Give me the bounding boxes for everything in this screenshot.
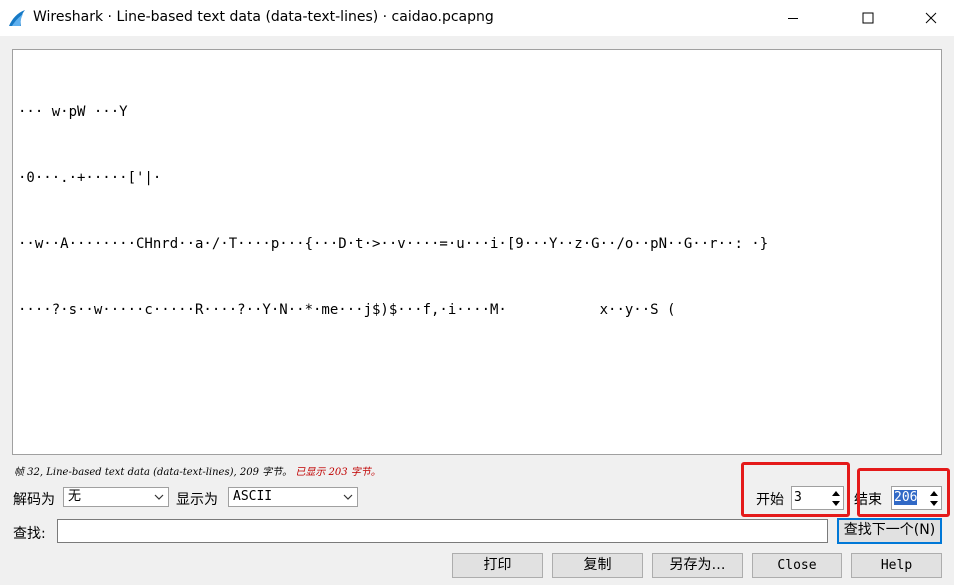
close-icon — [925, 12, 937, 24]
maximize-button[interactable] — [845, 0, 891, 36]
maximize-icon — [862, 12, 874, 24]
start-value: 3 — [794, 490, 802, 505]
start-spinbox[interactable]: 3 — [791, 486, 844, 510]
end-label: 结束 — [854, 492, 882, 508]
end-increment-button[interactable] — [928, 488, 940, 498]
decode-as-value: 无 — [68, 489, 82, 504]
end-spinbox[interactable]: 206 — [891, 486, 942, 510]
chevron-down-icon — [343, 494, 353, 500]
print-button[interactable]: 打印 — [452, 553, 543, 578]
text-line: ····?·s··w·····c·····R····?··Y·N··*·me··… — [18, 302, 676, 318]
start-label: 开始 — [756, 492, 784, 508]
show-as-select[interactable]: ASCII — [228, 487, 358, 507]
decode-as-label: 解码为 — [13, 492, 55, 508]
triangle-down-icon — [930, 500, 938, 506]
minimize-button[interactable] — [770, 0, 816, 36]
help-button[interactable]: Help — [851, 553, 942, 578]
triangle-up-icon — [930, 490, 938, 496]
status-shown-bytes: 已显示 203 字节。 — [292, 467, 381, 478]
chevron-down-icon — [154, 494, 164, 500]
triangle-up-icon — [832, 490, 840, 496]
text-line: ··w··A········CHnrd··a·/·T····p···{···D·… — [18, 236, 769, 252]
minimize-icon — [788, 18, 798, 19]
end-value: 206 — [894, 490, 918, 505]
decode-as-select[interactable]: 无 — [63, 487, 169, 507]
status-text: 帧 32, Line-based text data (data-text-li… — [14, 467, 293, 478]
show-as-value: ASCII — [233, 489, 273, 504]
close-button[interactable]: Close — [752, 553, 842, 578]
find-label: 查找: — [13, 526, 46, 542]
save-as-button[interactable]: 另存为… — [652, 553, 743, 578]
find-next-button[interactable]: 查找下一个(N) — [837, 518, 942, 544]
packet-text-view[interactable]: ··· w·pW ···Y ·0···.·+·····['|· ··w··A··… — [12, 49, 942, 455]
text-line: ·0···.·+·····['|· — [18, 170, 162, 186]
start-decrement-button[interactable] — [830, 498, 842, 508]
show-as-label: 显示为 — [176, 492, 218, 508]
find-input[interactable] — [57, 519, 828, 543]
text-line: ··· w·pW ···Y — [18, 104, 128, 120]
copy-button[interactable]: 复制 — [552, 553, 643, 578]
close-window-button[interactable] — [908, 0, 954, 36]
triangle-down-icon — [832, 500, 840, 506]
status-line: 帧 32, Line-based text data (data-text-li… — [14, 463, 381, 478]
window-title: Wireshark · Line-based text data (data-t… — [33, 9, 494, 25]
start-increment-button[interactable] — [830, 488, 842, 498]
title-bar: Wireshark · Line-based text data (data-t… — [0, 0, 954, 36]
end-decrement-button[interactable] — [928, 498, 940, 508]
wireshark-fin-icon — [9, 10, 25, 26]
